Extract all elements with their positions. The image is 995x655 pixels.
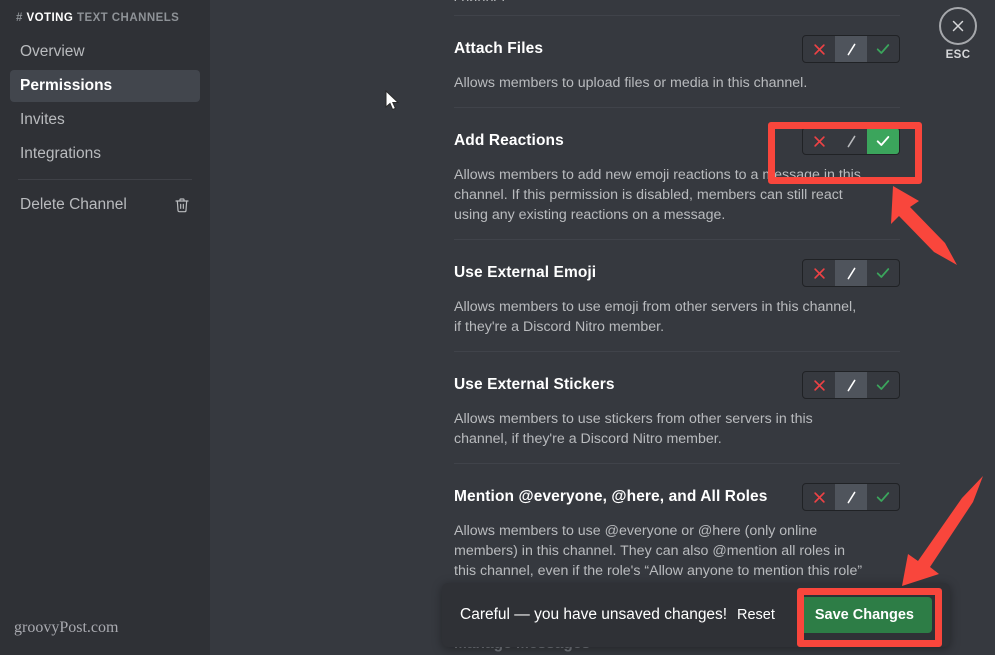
permission-header: Attach Files (454, 34, 900, 64)
unsaved-changes-bar: Careful — you have unsaved changes! Rese… (442, 583, 950, 647)
permission-title: Attach Files (454, 40, 543, 58)
toggle-allow-button[interactable] (867, 372, 899, 398)
permission-header: Use External Stickers (454, 370, 900, 400)
save-changes-button[interactable]: Save Changes (797, 597, 932, 633)
permission-description: Allows members to use emoji from other s… (454, 297, 864, 337)
clipped-description-text: channel. (454, 0, 900, 1)
sidebar-item-label: Invites (20, 111, 65, 129)
toggle-allow-button[interactable] (867, 128, 899, 154)
permission-toggle-group[interactable] (802, 259, 900, 287)
permission-toggle-group[interactable] (802, 127, 900, 155)
permission-row-add-reactions: Add Reactions (454, 108, 900, 225)
permission-toggle-group[interactable] (802, 371, 900, 399)
toggle-neutral-button[interactable] (835, 484, 867, 510)
close-label: ESC (931, 49, 985, 61)
close-icon (939, 7, 977, 45)
toggle-deny-button[interactable] (803, 372, 835, 398)
sidebar-item-overview[interactable]: Overview (10, 36, 200, 68)
permission-description: Allows members to upload files or media … (454, 73, 864, 93)
toggle-deny-button[interactable] (803, 36, 835, 62)
permission-title: Use External Emoji (454, 264, 596, 282)
permission-row-mention-everyone: Mention @everyone, @here, and All Roles (454, 464, 900, 601)
sidebar-item-label: Integrations (20, 145, 101, 163)
permission-toggle-group[interactable] (802, 483, 900, 511)
permissions-scroll-area[interactable]: channel. Attach Files (210, 0, 995, 655)
permission-description: Allows members to add new emoji reaction… (454, 165, 864, 225)
sidebar-item-label: Delete Channel (20, 196, 127, 214)
permission-row-use-external-stickers: Use External Stickers (454, 352, 900, 449)
sidebar-item-integrations[interactable]: Integrations (10, 138, 200, 170)
permission-row-attach-files: Attach Files (454, 16, 900, 93)
sidebar-section-label: TEXT CHANNELS (77, 12, 179, 24)
sidebar-channel-name: VOTING (27, 12, 74, 24)
permission-title: Mention @everyone, @here, and All Roles (454, 488, 767, 506)
trash-icon (174, 197, 190, 213)
sidebar-item-permissions[interactable]: Permissions (10, 70, 200, 102)
sidebar-item-delete-channel[interactable]: Delete Channel (10, 189, 200, 221)
toggle-neutral-button[interactable] (835, 372, 867, 398)
close-modal-button[interactable]: ESC (931, 7, 985, 61)
site-watermark: groovyPost.com (14, 619, 118, 637)
toggle-allow-button[interactable] (867, 36, 899, 62)
permission-row-use-external-emoji: Use External Emoji (454, 240, 900, 337)
unsaved-changes-message: Careful — you have unsaved changes! (460, 606, 737, 624)
permission-description: Allows members to use stickers from othe… (454, 409, 864, 449)
toggle-neutral-button[interactable] (835, 36, 867, 62)
toggle-allow-button[interactable] (867, 260, 899, 286)
permission-header: Use External Emoji (454, 258, 900, 288)
sidebar-item-label: Permissions (20, 77, 112, 95)
permission-toggle-group[interactable] (802, 35, 900, 63)
toggle-deny-button[interactable] (803, 128, 835, 154)
toggle-neutral-button[interactable] (835, 128, 867, 154)
sidebar-item-label: Overview (20, 43, 85, 61)
sidebar-header: # VOTING TEXT CHANNELS (10, 8, 200, 36)
toggle-allow-button[interactable] (867, 484, 899, 510)
toggle-deny-button[interactable] (803, 484, 835, 510)
permissions-content: channel. Attach Files (210, 0, 995, 655)
settings-sidebar: # VOTING TEXT CHANNELS Overview Permissi… (0, 0, 210, 655)
toggle-deny-button[interactable] (803, 260, 835, 286)
permission-title: Add Reactions (454, 132, 564, 150)
sidebar-divider (18, 179, 192, 180)
permission-list: channel. Attach Files (454, 0, 900, 601)
permission-header: Mention @everyone, @here, and All Roles (454, 482, 900, 512)
permission-title: Use External Stickers (454, 376, 615, 394)
sidebar-item-invites[interactable]: Invites (10, 104, 200, 136)
reset-button[interactable]: Reset (737, 607, 775, 623)
toggle-neutral-button[interactable] (835, 260, 867, 286)
permission-header: Add Reactions (454, 126, 900, 156)
hash-icon: # (16, 12, 23, 24)
discord-channel-settings-window: # VOTING TEXT CHANNELS Overview Permissi… (0, 0, 995, 655)
